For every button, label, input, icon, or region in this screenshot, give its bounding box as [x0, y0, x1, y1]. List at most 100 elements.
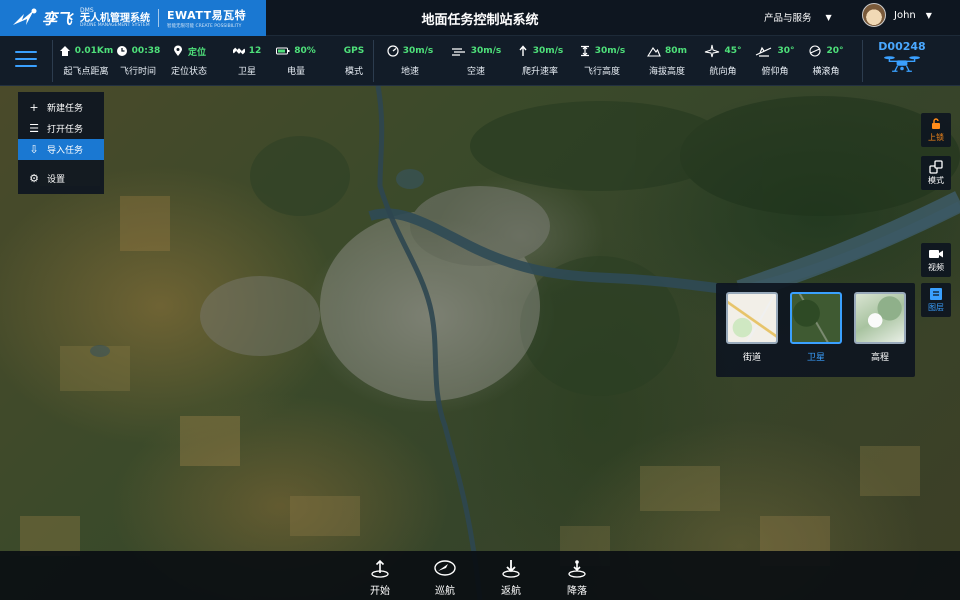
list-icon: ☰ — [29, 122, 39, 135]
map-layer-panel: 街道 卫星 高程 — [716, 283, 915, 377]
avatar[interactable] — [862, 3, 886, 27]
products-label: 产品与服务 — [764, 13, 812, 24]
telemetry-heading: 45° 航向角 — [700, 42, 746, 77]
user-name: John — [894, 9, 916, 21]
layers-icon — [930, 288, 942, 300]
menu-item-settings[interactable]: ⚙ 设置 — [18, 168, 104, 189]
layer-option-label: 高程 — [870, 353, 889, 363]
telemetry-ground-speed: 30m/s 地速 — [380, 42, 440, 77]
menu-item-new-task[interactable]: + 新建任务 — [18, 97, 104, 118]
telemetry-value: 30° — [777, 46, 795, 56]
telemetry-value: 00:38 — [131, 46, 161, 56]
hamburger-menu-button[interactable] — [15, 51, 37, 69]
mode-button[interactable]: 模式 — [921, 156, 951, 190]
brand-logo-text: 孪飞 — [42, 9, 73, 28]
telemetry-value: 80m — [665, 46, 687, 56]
dms-abbr: DMS — [80, 6, 94, 14]
action-label: 开始 — [370, 586, 390, 597]
start-button[interactable]: 开始 — [360, 556, 400, 597]
return-button[interactable]: 返航 — [491, 556, 531, 597]
import-icon: ⇩ — [29, 143, 39, 156]
telemetry-label: 模式 — [344, 67, 363, 77]
tool-label: 模式 — [928, 176, 944, 185]
roll-icon — [809, 45, 822, 57]
telemetry-air-speed: 30m/s 空速 — [446, 42, 506, 77]
home-icon — [59, 46, 70, 56]
dms-block: DMS 无人机管理系统 DRONE MANAGEMENT SYSTEM — [80, 6, 150, 29]
telemetry-value: 45° — [724, 46, 742, 56]
telemetry-value: 30m/s — [470, 46, 502, 56]
video-icon — [929, 250, 943, 258]
telemetry-value: 12 — [248, 46, 262, 56]
tool-label: 上锁 — [928, 133, 944, 142]
layer-option-label: 街道 — [742, 353, 761, 363]
landing-button[interactable]: 降落 — [557, 556, 597, 597]
telemetry-climb-rate: 30m/s 爬升速率 — [512, 42, 568, 77]
clock-icon — [116, 46, 127, 56]
telemetry-label: 电量 — [286, 67, 305, 77]
telemetry-battery: 80% 电量 — [272, 42, 320, 77]
telemetry-value: 30m/s — [402, 46, 434, 56]
video-button[interactable]: 视频 — [921, 243, 951, 277]
gear-icon: ⚙ — [29, 172, 39, 185]
pitch-plane-icon — [756, 46, 772, 57]
partner-name: EWATT易瓦特 — [167, 9, 247, 22]
telemetry-value: 定位 — [187, 47, 206, 58]
plus-icon: + — [29, 101, 39, 114]
layer-option-street[interactable]: 街道 — [725, 292, 779, 363]
unlock-icon — [932, 118, 940, 129]
cruise-button[interactable]: 巡航 — [425, 556, 465, 597]
layers-button[interactable]: 图层 — [921, 283, 951, 317]
telemetry-label: 俯仰角 — [761, 67, 789, 77]
menu-item-label: 设置 — [47, 175, 66, 185]
telemetry-value: 30m/s — [532, 46, 564, 56]
lock-button[interactable]: 上锁 — [921, 113, 951, 147]
telemetry-flight-altitude: 30m/s 飞行高度 — [574, 42, 630, 77]
drone-identity[interactable]: D00248 — [872, 40, 932, 79]
drone-id: D00248 — [878, 40, 926, 53]
layer-option-label: 卫星 — [806, 353, 825, 363]
telemetry-roll: 20° 横滚角 — [802, 42, 850, 77]
street-map-thumbnail — [726, 292, 778, 344]
tool-label: 视频 — [928, 263, 944, 272]
telemetry-label: 起飞点距离 — [63, 67, 109, 77]
layer-option-terrain[interactable]: 高程 — [853, 292, 907, 363]
telemetry-flight-time: 00:38 飞行时间 — [114, 42, 162, 77]
dms-english: DRONE MANAGEMENT SYSTEM — [80, 22, 150, 28]
products-menu[interactable]: 产品与服务 ▼ — [764, 10, 832, 25]
mountain-icon — [647, 47, 661, 57]
chevron-down-icon: ▼ — [825, 12, 832, 22]
menu-item-import-task[interactable]: ⇩ 导入任务 — [18, 139, 104, 160]
telemetry-label: 卫星 — [237, 67, 256, 77]
landing-icon — [568, 560, 586, 578]
action-label: 返航 — [501, 586, 521, 597]
mode-icon — [929, 160, 943, 174]
partner-block: EWATT易瓦特 智能无限可能 CREATE POSSIBILITY — [167, 7, 246, 29]
telemetry-label: 飞行高度 — [583, 67, 620, 77]
tool-label: 图层 — [928, 303, 944, 312]
climb-arrow-icon — [519, 45, 527, 56]
telemetry-label: 爬升速率 — [521, 67, 558, 77]
telemetry-satellites: 12 卫星 — [222, 42, 272, 77]
telemetry-elevation: 80m 海拔高度 — [642, 42, 692, 77]
telemetry-value: 30m/s — [594, 46, 626, 56]
flight-action-bar: 开始 巡航 返航 降落 — [0, 551, 960, 600]
telemetry-location-state: 定位 定位状态 — [166, 42, 212, 77]
divider — [862, 40, 863, 82]
brand-separator — [158, 9, 160, 27]
telemetry-label: 横滚角 — [812, 67, 840, 77]
divider — [52, 40, 53, 82]
telemetry-label: 航向角 — [709, 67, 737, 77]
layer-option-satellite[interactable]: 卫星 — [789, 292, 843, 363]
menu-item-label: 新建任务 — [47, 104, 84, 114]
menu-item-open-task[interactable]: ☰ 打开任务 — [18, 118, 104, 139]
satellite-map-thumbnail — [790, 292, 842, 344]
battery-icon — [276, 47, 290, 55]
telemetry-value: 80% — [294, 46, 316, 56]
telemetry-value: 20° — [826, 46, 844, 56]
telemetry-distance: 0.01Km 起飞点距离 — [58, 42, 114, 77]
drone-icon — [884, 56, 920, 72]
satellite-icon — [232, 47, 245, 55]
task-menu: + 新建任务 ☰ 打开任务 ⇩ 导入任务 ⚙ 设置 — [18, 92, 104, 194]
user-menu[interactable]: John ▼ — [862, 3, 932, 27]
